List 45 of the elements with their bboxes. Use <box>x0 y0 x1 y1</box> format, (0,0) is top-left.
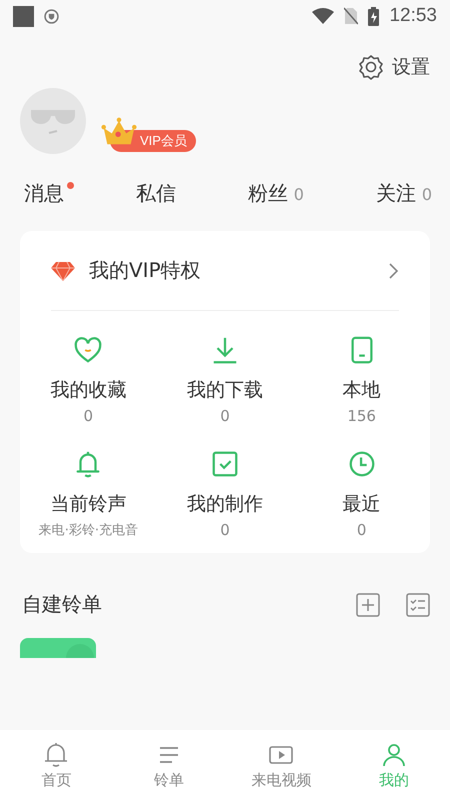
feature-item[interactable]: 本地 156 <box>293 335 430 425</box>
nav-tab[interactable]: 来电视频 <box>236 740 326 790</box>
feature-count: 156 <box>347 407 376 425</box>
heart-icon <box>73 335 104 365</box>
feature-count: 0 <box>84 407 94 425</box>
settings-icon <box>358 54 384 80</box>
feature-item[interactable]: 当前铃声 来电·彩铃·充电音 <box>20 449 157 539</box>
diamond-icon <box>51 260 75 280</box>
stat-tab[interactable]: 消息 <box>24 180 64 207</box>
feature-item[interactable]: 我的收藏 0 <box>20 335 157 425</box>
wifi-icon <box>312 8 334 24</box>
stat-tab[interactable]: 粉丝 0 <box>248 180 304 207</box>
feature-label: 我的收藏 <box>50 378 126 403</box>
vip-privileges-row[interactable]: 我的VIP特权 <box>51 231 399 311</box>
feature-item[interactable]: 最近 0 <box>293 449 430 539</box>
vip-label: VIP会员 <box>140 132 187 150</box>
feature-count: 来电·彩铃·充电音 <box>38 522 138 539</box>
feature-count: 0 <box>220 407 230 425</box>
settings-button[interactable]: 设置 <box>358 54 430 80</box>
nav-tab[interactable]: 铃单 <box>124 740 214 790</box>
stat-tab[interactable]: 私信 <box>136 180 176 207</box>
no-sim-icon <box>344 7 358 25</box>
feature-item[interactable]: 我的下载 0 <box>156 335 294 425</box>
stat-tab[interactable]: 关注 0 <box>376 180 432 207</box>
notification-icon <box>13 6 34 26</box>
clock-icon <box>346 449 377 479</box>
add-icon[interactable] <box>356 592 380 616</box>
feature-label: 最近 <box>342 492 381 517</box>
feature-count: 0 <box>220 521 230 539</box>
chevron-right-icon <box>387 262 399 280</box>
feature-item[interactable]: 我的制作 0 <box>156 449 294 539</box>
checklist-icon[interactable] <box>406 592 430 616</box>
shield-icon <box>44 8 59 24</box>
stat-count: 0 <box>422 185 432 204</box>
clock-time: 12:53 <box>389 5 437 27</box>
checkbox-icon <box>210 449 240 479</box>
section-title: 自建铃单 <box>22 591 102 618</box>
stat-count: 0 <box>294 185 304 204</box>
feature-label: 我的下载 <box>186 378 263 403</box>
feature-label: 本地 <box>342 378 381 403</box>
nav-tab[interactable]: 首页 <box>11 740 102 790</box>
feature-label: 当前铃声 <box>50 492 126 517</box>
feature-label: 我的制作 <box>186 492 263 517</box>
battery-icon <box>368 6 380 26</box>
feature-count: 0 <box>356 521 366 539</box>
